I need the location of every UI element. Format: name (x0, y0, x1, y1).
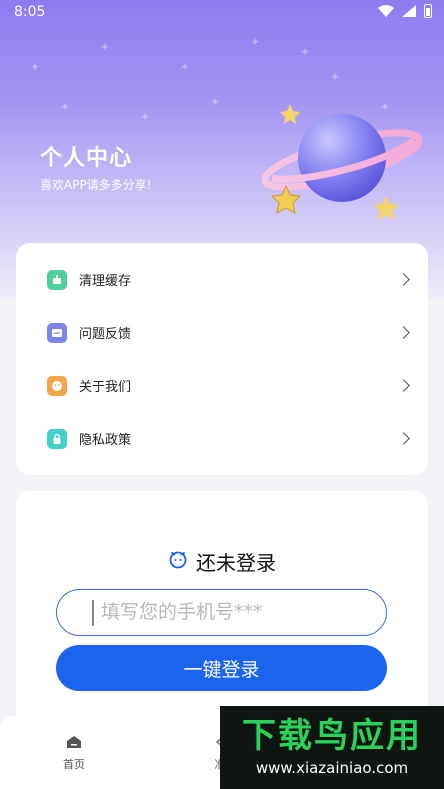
menu-item-clear-cache[interactable]: 清理缓存 (16, 253, 428, 306)
phone-input[interactable] (101, 590, 371, 634)
chevron-right-icon (397, 379, 410, 392)
sparkle-icon: ✦ (210, 95, 221, 109)
lock-icon (47, 428, 67, 449)
chevron-right-icon (397, 273, 410, 286)
chevron-right-icon (397, 326, 410, 339)
menu-card: 清理缓存 问题反馈 关于我们 隐私政策 (16, 243, 428, 475)
menu-item-label: 清理缓存 (79, 274, 132, 289)
sparkle-icon: ✦ (250, 35, 261, 49)
menu-item-label: 关于我们 (79, 380, 132, 395)
sparkle-icon: ✦ (140, 110, 151, 124)
sparkle-icon: ✦ (60, 100, 71, 114)
broom-icon (47, 269, 67, 290)
text-cursor (92, 600, 94, 626)
home-icon (66, 734, 82, 753)
signal-icon (402, 5, 416, 17)
user-face-icon (168, 549, 188, 573)
login-status-text: 还未登录 (196, 550, 276, 575)
watermark-logo: 下载鸟应用 www.xiazainiao.com (220, 706, 444, 789)
sparkle-icon: ✦ (330, 70, 341, 84)
smile-icon (47, 375, 67, 396)
menu-item-privacy-policy[interactable]: 隐私政策 (16, 412, 428, 465)
one-click-login-button[interactable]: 一键登录 (56, 645, 387, 691)
sparkle-icon: ✦ (180, 60, 191, 74)
battery-icon (424, 4, 432, 18)
planet-illustration (261, 100, 423, 230)
sparkle-icon: ✦ (300, 45, 311, 59)
wifi-icon (378, 5, 394, 17)
page-title: 个人中心 (40, 146, 133, 171)
watermark-text: 下载鸟应用 (242, 715, 422, 756)
feedback-icon (47, 322, 67, 343)
watermark-url: www.xiazainiao.com (255, 758, 409, 777)
tab-home[interactable]: 首页 (54, 734, 94, 778)
login-status: 还未登录 (16, 546, 428, 576)
sparkle-icon: ✦ (100, 40, 111, 54)
menu-item-label: 问题反馈 (79, 327, 132, 342)
page-subtitle: 喜欢APP请多多分享! (40, 178, 152, 192)
chevron-right-icon (397, 432, 410, 445)
phone-field[interactable] (56, 589, 387, 636)
menu-item-feedback[interactable]: 问题反馈 (16, 306, 428, 359)
status-bar: 8:05 (0, 0, 444, 26)
menu-item-label: 隐私政策 (79, 433, 132, 448)
menu-item-about-us[interactable]: 关于我们 (16, 359, 428, 412)
status-time: 8:05 (14, 4, 46, 20)
sparkle-icon: ✦ (30, 60, 41, 74)
tab-label: 首页 (63, 758, 85, 771)
